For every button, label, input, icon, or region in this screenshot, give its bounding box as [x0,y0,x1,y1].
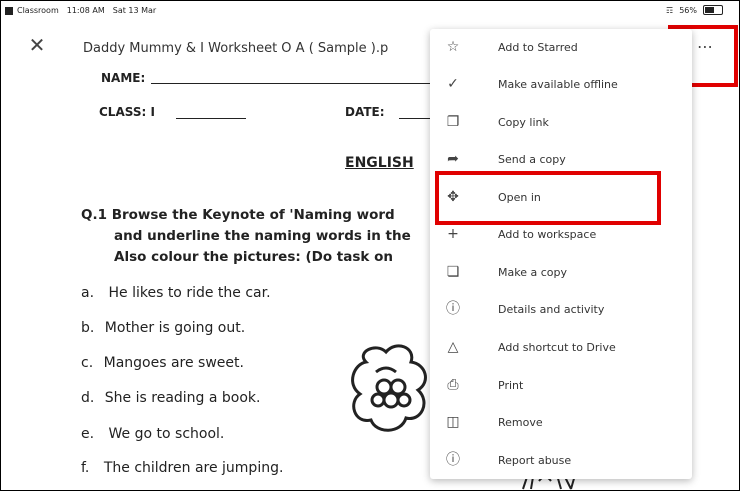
item-letter: a. [81,285,95,301]
list-item: d. She is reading a book. [81,390,261,406]
item-text: She is reading a book. [104,390,261,406]
menu-item-label: Copy link [498,116,549,129]
item-letter: b. [81,320,95,336]
menu-item-label: Make a copy [498,266,567,279]
date-line [399,118,431,119]
menu-item-label: Print [498,379,524,392]
send-icon: ➦ [447,151,459,167]
make-copy-icon: ❏ [446,264,460,280]
list-item: b. Mother is going out. [81,320,245,336]
worksheet-illustration [351,344,427,432]
report-icon: ⓘ [446,452,460,468]
menu-item-add-to-starred[interactable]: ☆ Add to Starred [430,29,692,66]
menu-item-copy-link[interactable]: ❐ Copy link [430,104,692,141]
menu-item-label: Details and activity [498,303,605,316]
item-text: The children are jumping. [103,460,284,476]
name-label: NAME: [101,71,146,85]
battery-percent: 56% [679,5,697,15]
question-1-line-2: and underline the naming words in the [114,228,411,244]
item-text: Mangoes are sweet. [103,355,244,371]
name-line [151,83,431,84]
close-icon: ✕ [28,33,46,57]
star-icon: ☆ [446,39,460,55]
menu-item-label: Make available offline [498,78,618,91]
item-text: We go to school. [108,426,225,442]
status-left: Classroom 11:08 AM Sat 13 Mar [5,6,156,15]
menu-item-report-abuse[interactable]: ⓘ Report abuse [430,442,692,479]
menu-item-remove[interactable]: ◫ Remove [430,404,692,441]
menu-item-print[interactable]: ⎙ Print [430,367,692,404]
offline-icon: ✓ [447,76,459,92]
list-item: a. He likes to ride the car. [81,285,271,301]
menu-item-make-available-offline[interactable]: ✓ Make available offline [430,66,692,103]
highlight-open-in [435,171,661,225]
menu-item-make-a-copy[interactable]: ❏ Make a copy [430,254,692,291]
list-item: e. We go to school. [81,426,224,442]
menu-item-label: Remove [498,416,543,429]
item-text: He likes to ride the car. [108,285,271,301]
date-label: DATE: [345,105,385,119]
list-item: c. Mangoes are sweet. [81,355,244,371]
status-time: 11:08 AM [66,6,105,15]
question-1-line-3: Also colour the pictures: (Do task on [114,249,393,265]
list-item: f. The children are jumping. [81,460,283,476]
status-date: Sat 13 Mar [112,6,157,15]
status-right: ☶ 56% [666,5,723,15]
menu-item-label: Send a copy [498,153,566,166]
print-icon: ⎙ [447,377,459,393]
menu-item-label: Add to workspace [498,228,597,241]
menu-item-add-shortcut-to-drive[interactable]: △ Add shortcut to Drive [430,329,692,366]
classroom-app-icon [5,6,13,15]
copy-link-icon: ❐ [446,114,460,130]
question-1-line-1: Q.1 Browse the Keynote of 'Naming word [81,207,395,223]
subject-heading: ENGLISH [345,155,414,171]
item-letter: f. [81,460,90,476]
document-title: Daddy Mummy & I Worksheet O A ( Sample )… [83,41,389,56]
item-letter: d. [81,390,95,406]
plus-icon: + [447,226,459,242]
shortcut-icon: △ [447,339,459,355]
more-options-menu: ☆ Add to Starred ✓ Make available offlin… [430,29,692,479]
class-label: CLASS: I [99,105,155,119]
info-icon: ⓘ [446,301,460,317]
close-button[interactable]: ✕ [25,33,49,57]
battery-icon [703,5,723,15]
class-line [176,118,246,119]
wifi-icon: ☶ [666,5,674,15]
menu-item-details-and-activity[interactable]: ⓘ Details and activity [430,291,692,328]
menu-item-label: Add to Starred [498,41,578,54]
menu-item-label: Add shortcut to Drive [498,341,616,354]
item-letter: e. [81,426,95,442]
screen: Classroom 11:08 AM Sat 13 Mar ☶ 56% ✕ Da… [0,0,740,491]
status-bar: Classroom 11:08 AM Sat 13 Mar ☶ 56% [1,1,739,21]
trash-icon: ◫ [446,414,460,430]
item-text: Mother is going out. [104,320,246,336]
status-app-name: Classroom [17,6,59,15]
item-letter: c. [81,355,94,371]
menu-item-label: Report abuse [498,454,572,467]
